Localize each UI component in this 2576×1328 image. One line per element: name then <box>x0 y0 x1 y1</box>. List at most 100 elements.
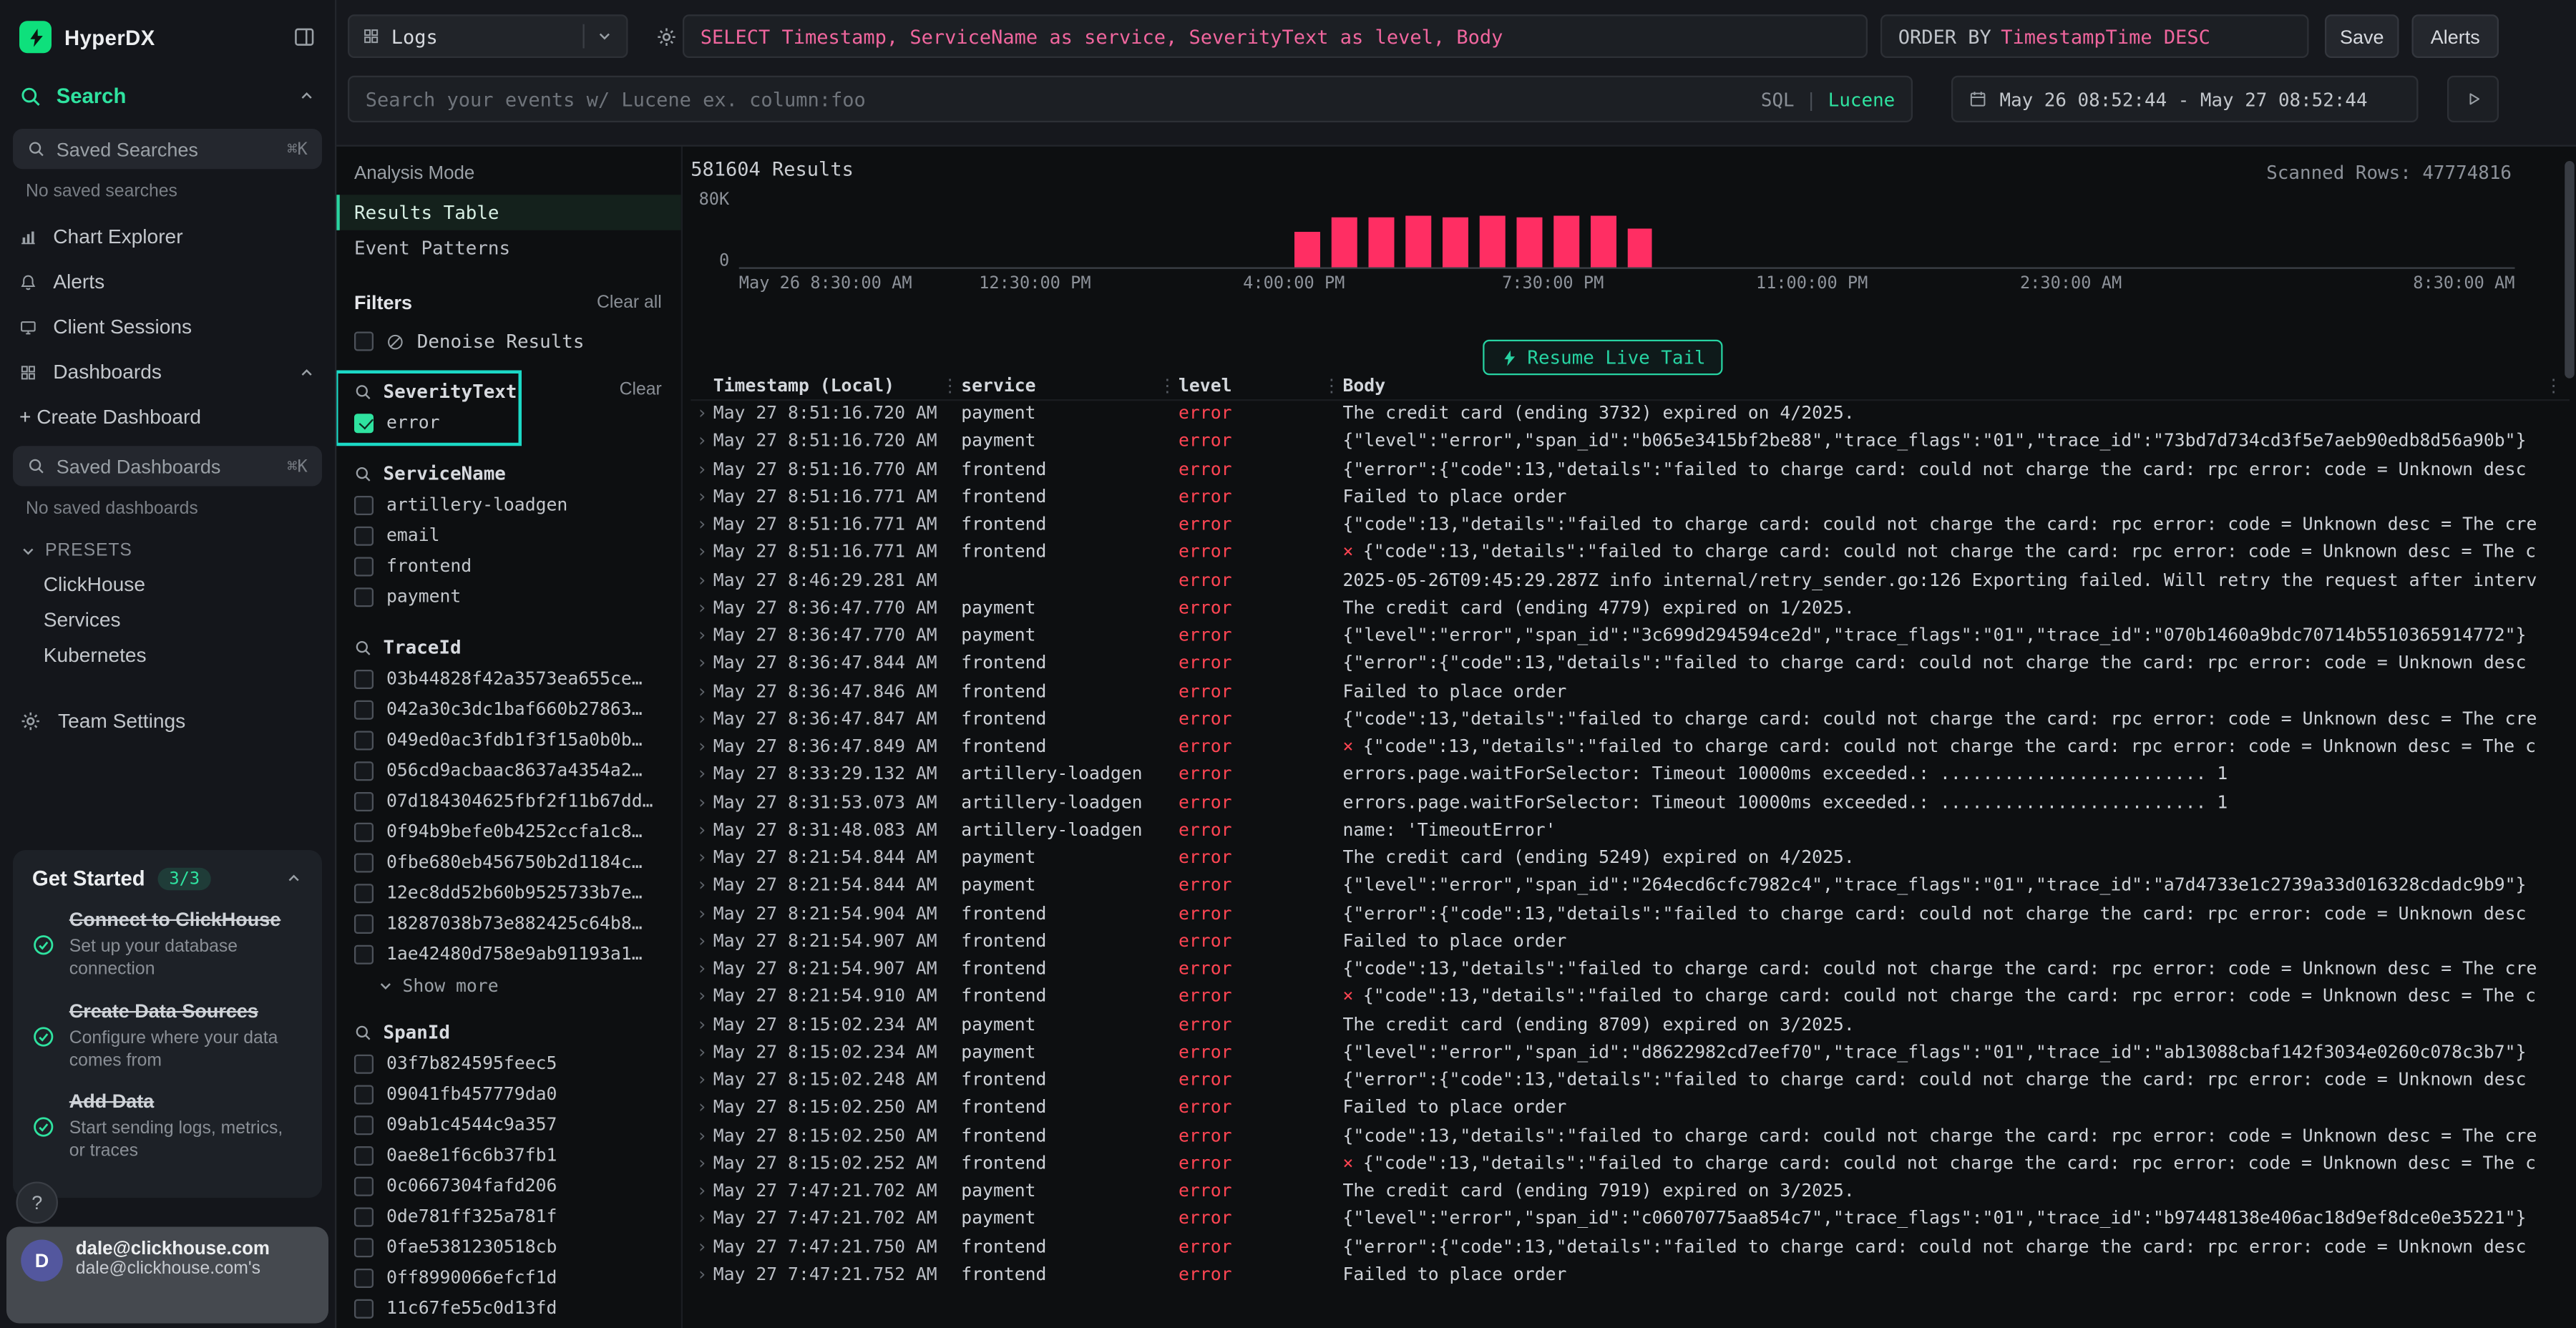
select-columns-input[interactable]: SELECT Timestamp, ServiceName as service… <box>683 14 1868 58</box>
scrollbar-thumb[interactable] <box>2565 161 2575 379</box>
filter-value-row[interactable]: 0fbe680eb456750b2d1184c… <box>335 847 681 878</box>
help-button[interactable]: ? <box>16 1182 59 1224</box>
log-row[interactable]: ›May 27 8:21:54.904 AMfrontenderror{"err… <box>691 899 2570 927</box>
denoise-results-toggle[interactable]: Denoise Results <box>335 314 681 356</box>
filter-value-row[interactable]: 11c67fe55c0d13fd <box>335 1293 681 1324</box>
filter-value-checkbox[interactable] <box>354 1237 374 1256</box>
vertical-scrollbar[interactable] <box>2565 153 2575 1328</box>
filter-value-row[interactable]: 07d184304625fbf2f11b67dd… <box>335 786 681 816</box>
expand-row-icon[interactable]: › <box>691 1069 713 1090</box>
filter-value-row[interactable]: 0fae5381230518cb <box>335 1231 681 1262</box>
log-row[interactable]: ›May 27 8:36:47.844 AMfrontenderror{"err… <box>691 649 2570 677</box>
sidebar-item-chart-explorer[interactable]: Chart Explorer <box>0 214 335 259</box>
create-dashboard-button[interactable]: + Create Dashboard <box>0 394 335 439</box>
log-row[interactable]: ›May 27 8:36:47.847 AMfrontenderror{"cod… <box>691 705 2570 733</box>
expand-row-icon[interactable]: › <box>691 653 713 673</box>
expand-row-icon[interactable]: › <box>691 597 713 617</box>
get-started-item[interactable]: Create Data SourcesConfigure where your … <box>32 999 303 1073</box>
expand-row-icon[interactable]: › <box>691 847 713 868</box>
filter-value-row[interactable]: frontend <box>335 551 681 582</box>
column-header-level[interactable]: level <box>1179 375 1320 396</box>
log-row[interactable]: ›May 27 8:36:47.770 AMpaymenterror{"leve… <box>691 622 2570 650</box>
expand-row-icon[interactable]: › <box>691 819 713 840</box>
histogram-bar[interactable] <box>1479 216 1505 267</box>
filter-value-row[interactable]: 09041fb457779da0 <box>335 1079 681 1110</box>
saved-dashboards-button[interactable]: Saved Dashboards ⌘K <box>13 446 322 486</box>
preset-kubernetes[interactable]: Kubernetes <box>0 638 335 673</box>
log-row[interactable]: ›May 27 8:15:02.250 AMfrontenderrorFaile… <box>691 1093 2570 1121</box>
filter-value-row[interactable]: 0f94b9befe0b4252ccfa1c8… <box>335 816 681 847</box>
filter-value-checkbox[interactable] <box>354 1146 374 1165</box>
expand-row-icon[interactable]: › <box>691 680 713 701</box>
sidebar-item-search[interactable]: Search <box>0 69 335 122</box>
log-row[interactable]: ›May 27 7:47:21.702 AMpaymenterror{"leve… <box>691 1205 2570 1233</box>
expand-row-icon[interactable]: › <box>691 486 713 507</box>
expand-row-icon[interactable]: › <box>691 1125 713 1146</box>
filter-value-row[interactable]: 03f7b824595feec5 <box>335 1048 681 1079</box>
run-query-button[interactable] <box>2447 76 2499 122</box>
column-header-service[interactable]: service <box>961 375 1156 396</box>
log-row[interactable]: ›May 27 8:21:54.844 AMpaymenterrorThe cr… <box>691 844 2570 872</box>
log-row[interactable]: ›May 27 8:15:02.250 AMfrontenderror{"cod… <box>691 1121 2570 1149</box>
save-button[interactable]: Save <box>2325 14 2399 58</box>
filter-value-row[interactable]: 12ec8dd52b60b9525733b7e… <box>335 877 681 908</box>
filter-value-row[interactable]: artillery-loadgen <box>335 489 681 520</box>
analysis-mode-results-table[interactable]: Results Table <box>335 195 681 230</box>
histogram-bar[interactable] <box>1516 218 1542 268</box>
log-row[interactable]: ›May 27 8:51:16.771 AMfrontenderror{"cod… <box>691 510 2570 538</box>
expand-row-icon[interactable]: › <box>691 986 713 1007</box>
filter-value-row[interactable]: 0ff8990066efcf1d <box>335 1262 681 1293</box>
filter-value-checkbox[interactable] <box>354 944 374 964</box>
histogram-bar[interactable] <box>1294 232 1319 267</box>
filter-value-row[interactable]: 1d94f08c5acdb28e <box>335 1324 681 1328</box>
log-row[interactable]: ›May 27 8:51:16.770 AMfrontenderror{"err… <box>691 455 2570 483</box>
filter-value-checkbox[interactable] <box>354 1084 374 1103</box>
log-row[interactable]: ›May 27 8:21:54.907 AMfrontenderror{"cod… <box>691 954 2570 982</box>
expand-row-icon[interactable]: › <box>691 514 713 534</box>
filter-value-row[interactable]: 03b44828f42a3573ea655ce… <box>335 663 681 694</box>
log-row[interactable]: ›May 27 8:31:53.073 AMartillery-loadgene… <box>691 788 2570 816</box>
expand-row-icon[interactable]: › <box>691 542 713 562</box>
filter-value-checkbox[interactable] <box>354 730 374 749</box>
sidebar-item-dashboards[interactable]: Dashboards <box>0 349 335 394</box>
source-settings-gear-icon[interactable] <box>644 14 688 58</box>
sidebar-item-team-settings[interactable]: Team Settings <box>0 699 335 744</box>
filter-value-row[interactable]: error <box>335 407 681 438</box>
date-range-picker[interactable]: May 26 08:52:44 - May 27 08:52:44 <box>1951 76 2419 122</box>
order-by-input[interactable]: ORDER BY TimestampTime DESC <box>1880 14 2309 58</box>
presets-header[interactable]: PRESETS <box>0 532 335 567</box>
filter-value-checkbox[interactable] <box>354 914 374 933</box>
expand-row-icon[interactable]: › <box>691 902 713 923</box>
expand-row-icon[interactable]: › <box>691 930 713 951</box>
denoise-checkbox[interactable] <box>354 332 374 351</box>
expand-row-icon[interactable]: › <box>691 791 713 812</box>
log-row[interactable]: ›May 27 7:47:21.750 AMfrontenderror{"err… <box>691 1232 2570 1260</box>
filter-value-checkbox[interactable] <box>354 413 374 432</box>
filter-value-row[interactable]: 056cd9acbaac8637a4354a2… <box>335 755 681 786</box>
histogram-bar[interactable] <box>1368 218 1394 268</box>
filter-value-checkbox[interactable] <box>354 852 374 872</box>
expand-row-icon[interactable]: › <box>691 458 713 479</box>
expand-row-icon[interactable]: › <box>691 431 713 451</box>
log-row[interactable]: ›May 27 8:36:47.849 AMfrontenderror×{"co… <box>691 733 2570 761</box>
filter-value-checkbox[interactable] <box>354 1299 374 1318</box>
expand-row-icon[interactable]: › <box>691 1181 713 1201</box>
column-separator-icon[interactable]: ⋮ <box>1156 375 1179 396</box>
filter-value-checkbox[interactable] <box>354 556 374 575</box>
filter-value-checkbox[interactable] <box>354 883 374 902</box>
chevron-up-icon[interactable] <box>285 869 303 887</box>
filter-value-checkbox[interactable] <box>354 822 374 841</box>
histogram-bar[interactable] <box>1553 215 1579 267</box>
saved-searches-button[interactable]: Saved Searches ⌘K <box>13 129 322 169</box>
filter-value-checkbox[interactable] <box>354 495 374 514</box>
filter-value-row[interactable]: 042a30c3dc1baf660b27863… <box>335 694 681 725</box>
expand-row-icon[interactable]: › <box>691 763 713 784</box>
filter-group-clear-button[interactable]: Clear <box>620 380 662 399</box>
log-row[interactable]: ›May 27 8:36:47.846 AMfrontenderrorFaile… <box>691 677 2570 705</box>
filter-value-row[interactable]: 0c0667304fafd206 <box>335 1171 681 1201</box>
log-row[interactable]: ›May 27 8:15:02.234 AMpaymenterror{"leve… <box>691 1038 2570 1066</box>
filter-value-checkbox[interactable] <box>354 1115 374 1134</box>
get-started-item[interactable]: Add DataStart sending logs, metrics, or … <box>32 1090 303 1164</box>
filter-value-row[interactable]: 1ae42480d758e9ab91193a1… <box>335 939 681 970</box>
expand-row-icon[interactable]: › <box>691 1153 713 1173</box>
